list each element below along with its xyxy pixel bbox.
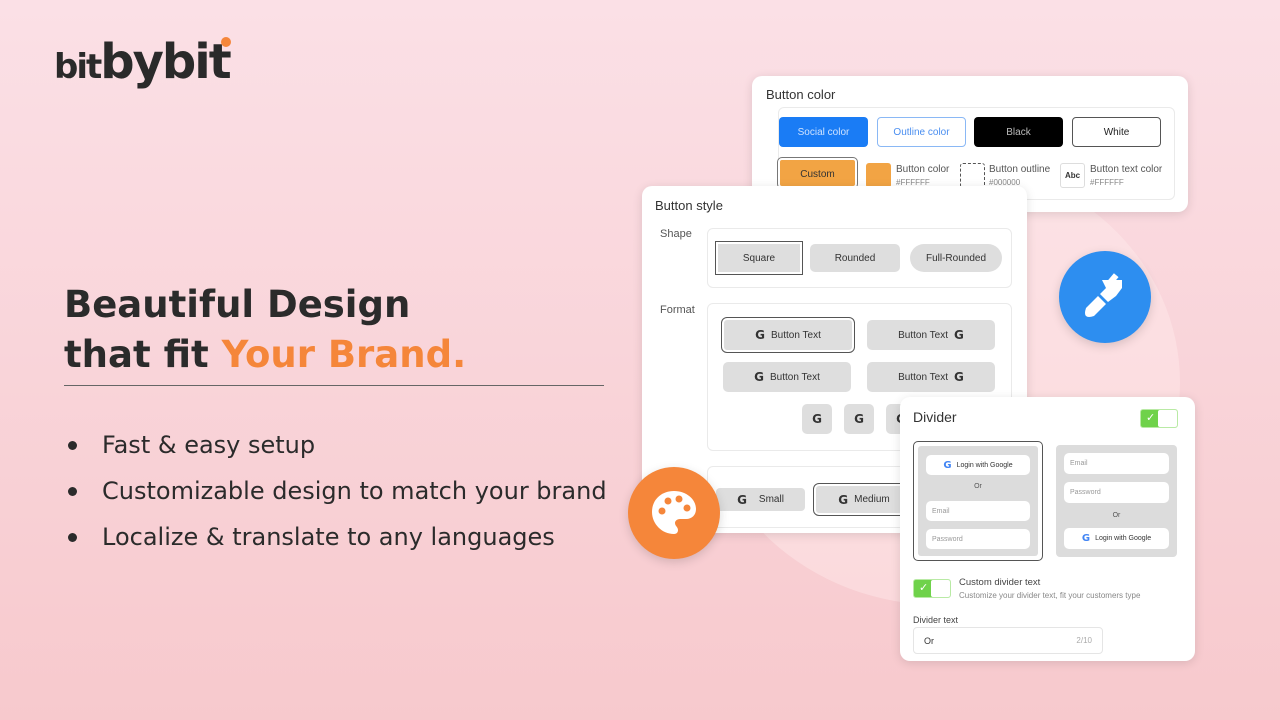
- logo-text: by: [100, 34, 164, 90]
- headline-accent: Your Brand.: [221, 333, 467, 376]
- format-icon-right-alt[interactable]: Button Text G: [867, 362, 995, 392]
- feature-item: Customizable design to match your brand: [68, 477, 607, 505]
- google-icon: G: [943, 459, 952, 471]
- email-field: Email: [1064, 453, 1169, 474]
- custom-divider-title: Custom divider text: [959, 577, 1041, 588]
- google-icon: G: [755, 328, 765, 342]
- button-text-color-swatch[interactable]: Abc: [1060, 163, 1085, 188]
- or-label: Or: [974, 483, 982, 490]
- small-size-button[interactable]: G Small: [716, 488, 805, 511]
- icon-only-button[interactable]: G: [802, 404, 832, 434]
- custom-button[interactable]: Custom: [777, 157, 858, 189]
- divider-layout-top[interactable]: G Login with Google Or Email Password: [913, 441, 1043, 561]
- button-label: Button Text: [898, 329, 948, 341]
- feature-text: Fast & easy setup: [102, 431, 316, 459]
- headline-line2: that fit Your Brand.: [64, 330, 466, 380]
- google-icon: G: [838, 492, 849, 507]
- custom-divider-toggle[interactable]: ✓: [913, 579, 951, 598]
- palette-icon: [652, 491, 696, 534]
- shape-label: Shape: [660, 228, 692, 240]
- divider-text-label: Divider text: [913, 615, 959, 625]
- google-icon: G: [737, 492, 747, 507]
- swatch-label: Button text color: [1090, 164, 1163, 175]
- icon-only-button[interactable]: G: [844, 404, 874, 434]
- button-label: Button Text: [771, 329, 821, 341]
- feature-text: Localize & translate to any languages: [102, 523, 555, 551]
- format-icon-left[interactable]: G Button Text: [723, 362, 851, 392]
- google-icon: G: [812, 412, 822, 426]
- check-icon: ✓: [1146, 412, 1156, 424]
- headline: Beautiful Design that fit Your Brand.: [64, 280, 466, 380]
- password-field: Password: [926, 529, 1030, 549]
- logo-text: bit: [161, 34, 232, 90]
- divider-line: [64, 385, 604, 386]
- login-google-button: G Login with Google: [1064, 528, 1169, 549]
- button-label: Login with Google: [1095, 535, 1152, 542]
- button-label: Button Text: [770, 371, 820, 383]
- headline-text: that fit: [64, 333, 222, 376]
- button-label: Small: [758, 494, 784, 505]
- custom-divider-desc: Customize your divider text, fit your cu…: [959, 591, 1141, 600]
- rounded-button[interactable]: Rounded: [810, 244, 900, 272]
- check-icon: ✓: [919, 582, 929, 594]
- google-icon: G: [954, 328, 964, 342]
- divider-text-value: Or: [924, 636, 934, 646]
- format-icon-right[interactable]: Button Text G: [867, 320, 995, 350]
- feature-item: Fast & easy setup: [68, 431, 315, 459]
- full-rounded-button[interactable]: Full-Rounded: [910, 244, 1002, 272]
- headline-line1: Beautiful Design: [64, 283, 411, 326]
- feature-text: Customizable design to match your brand: [102, 477, 607, 505]
- google-icon: G: [1081, 533, 1091, 544]
- google-icon: G: [854, 412, 864, 426]
- divider-layout-bottom[interactable]: Email Password Or G Login with Google: [1056, 445, 1177, 557]
- card-title: Button style: [655, 198, 723, 213]
- button-label: Button Text: [898, 371, 948, 383]
- bullet-icon: [68, 486, 77, 496]
- email-field: Email: [926, 501, 1030, 521]
- logo-dot: [221, 37, 231, 47]
- button-outline-swatch[interactable]: [960, 163, 985, 188]
- outline-color-button[interactable]: Outline color: [877, 117, 966, 147]
- button-color-swatch[interactable]: [866, 163, 891, 188]
- divider-toggle[interactable]: ✓: [1140, 409, 1178, 428]
- divider-card: Divider ✓ G Login with Google Or Email Pa…: [900, 397, 1195, 661]
- card-title: Button color: [766, 87, 836, 102]
- square-button[interactable]: Square: [715, 241, 803, 275]
- login-google-button: G Login with Google: [926, 455, 1030, 475]
- google-icon: G: [754, 370, 764, 384]
- password-field: Password: [1064, 482, 1169, 503]
- paint-brush-badge: [1059, 251, 1151, 343]
- paint-brush-icon: [1085, 273, 1122, 317]
- swatch-value: #FFFFFF: [1090, 178, 1124, 187]
- social-color-button[interactable]: Social color: [779, 117, 868, 147]
- bullet-icon: [68, 440, 77, 450]
- logo-text: bit: [54, 47, 102, 87]
- bullet-icon: [68, 532, 77, 542]
- divider-text-input[interactable]: Or 2/10: [913, 627, 1103, 654]
- char-counter: 2/10: [1076, 636, 1092, 645]
- swatch-label: Button outline: [989, 164, 1051, 175]
- black-button[interactable]: Black: [974, 117, 1063, 147]
- medium-size-button[interactable]: G Medium: [813, 483, 915, 516]
- google-icon: G: [954, 370, 964, 384]
- or-label: Or: [1112, 512, 1121, 519]
- format-icon-left-outlined[interactable]: G Button Text: [721, 317, 855, 353]
- format-label: Format: [660, 304, 695, 316]
- logo: bitbybit: [54, 34, 232, 90]
- feature-item: Localize & translate to any languages: [68, 523, 555, 551]
- white-button[interactable]: White: [1072, 117, 1161, 147]
- button-label: Login with Google: [956, 461, 1013, 469]
- palette-badge: [628, 467, 720, 559]
- card-title: Divider: [913, 409, 957, 425]
- button-label: Medium: [854, 494, 890, 505]
- swatch-label: Button color: [896, 164, 950, 175]
